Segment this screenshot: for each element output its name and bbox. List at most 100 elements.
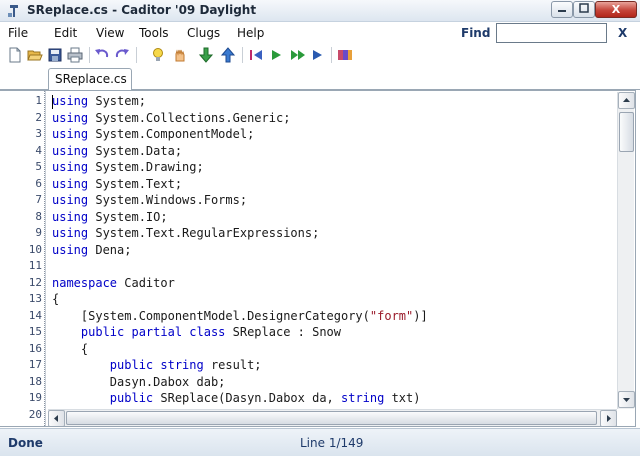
code-text: System.ComponentModel;: [88, 127, 255, 141]
minimize-button[interactable]: [551, 1, 573, 18]
line-number: 3: [35, 127, 42, 140]
code-line: using System.Windows.Forms;: [52, 192, 247, 209]
line-number: 7: [35, 193, 42, 206]
line-number: 14: [28, 308, 42, 322]
code-line: using System.Data;: [52, 143, 182, 160]
menu-view[interactable]: View: [96, 26, 124, 40]
line-number: 2: [35, 110, 42, 124]
code-keyword: using: [52, 242, 89, 257]
scroll-left-button[interactable]: [48, 410, 65, 426]
scroll-up-button[interactable]: [618, 92, 635, 109]
code-line: public partial class SReplace : Snow: [52, 324, 341, 341]
hand-icon[interactable]: [172, 47, 188, 63]
code-text: System.Text;: [88, 176, 183, 191]
line-number: 19: [28, 391, 42, 404]
line-number: 17: [28, 358, 42, 371]
arrow-up-blue-icon[interactable]: [220, 47, 236, 63]
code-line: namespace Caditor: [52, 275, 175, 292]
window-title: SReplace.cs - Caditor '09 Daylight: [27, 3, 257, 17]
vertical-scroll-thumb[interactable]: [619, 112, 634, 152]
lightbulb-icon[interactable]: [150, 47, 166, 63]
play-end-icon[interactable]: [310, 47, 326, 63]
play-icon[interactable]: [268, 47, 284, 63]
line-number: 4: [35, 143, 42, 157]
menu-tools[interactable]: Tools: [139, 26, 169, 40]
scroll-down-button[interactable]: [618, 391, 635, 408]
status-bar: Done Line 1/149: [0, 428, 640, 456]
code-text: result;: [203, 358, 262, 372]
code-keyword: using: [52, 209, 89, 224]
menu-edit[interactable]: Edit: [54, 26, 77, 40]
code-area[interactable]: using System; using System.Collections.Ge…: [52, 93, 612, 409]
line-number-gutter: 123456789101112131415161718192021: [0, 91, 46, 426]
scroll-left-icon: [54, 415, 58, 422]
save-icon[interactable]: [47, 47, 63, 63]
code-keyword: using: [52, 127, 89, 141]
code-keyword: public string: [109, 358, 204, 372]
new-file-icon[interactable]: [7, 47, 23, 63]
code-text: Caditor: [117, 275, 175, 290]
line-number: 6: [35, 176, 42, 190]
line-number: 21: [0, 423, 42, 426]
vertical-scrollbar[interactable]: [617, 92, 635, 409]
tab-sreplace[interactable]: SReplace.cs: [48, 68, 132, 91]
code-line: using System.Text.RegularExpressions;: [52, 225, 319, 242]
code-line: Dasyn.Dabox dab;: [52, 374, 226, 391]
open-folder-icon[interactable]: [27, 47, 43, 63]
code-line: using System.ComponentModel;: [52, 126, 254, 143]
code-line: using System;: [52, 93, 146, 110]
code-text: SReplace(Dasyn.Dabox da,: [153, 391, 341, 405]
code-text: {: [52, 341, 89, 356]
code-keyword: using: [52, 143, 89, 158]
find-input[interactable]: [496, 23, 607, 43]
horizontal-scrollbar[interactable]: [48, 409, 617, 426]
code-text: {: [52, 292, 60, 306]
app-icon: [8, 5, 18, 17]
code-line: [System.ComponentModel.DesignerCategory(…: [52, 308, 428, 325]
line-number: 18: [28, 374, 42, 388]
undo-icon[interactable]: [94, 47, 110, 63]
code-text: System.IO;: [88, 209, 168, 224]
code-line: using Dena;: [52, 242, 131, 259]
code-line: using System.Drawing;: [52, 159, 204, 176]
menu-clugs[interactable]: Clugs: [187, 26, 220, 40]
maximize-button[interactable]: [573, 1, 595, 18]
find-close-button[interactable]: X: [618, 26, 627, 40]
code-text: )]: [413, 308, 428, 323]
menu-file[interactable]: File: [8, 26, 28, 40]
horizontal-scroll-thumb[interactable]: [66, 411, 597, 425]
code-keyword: using: [52, 160, 89, 174]
scroll-up-icon: [623, 98, 630, 102]
scroll-down-icon: [623, 398, 630, 402]
code-keyword: using: [52, 176, 89, 191]
code-line: {: [52, 291, 59, 308]
close-icon: X: [611, 3, 621, 16]
code-text: SReplace : Snow: [225, 325, 341, 339]
fast-forward-icon[interactable]: [290, 47, 306, 63]
line-number: 16: [28, 341, 42, 355]
line-number: 15: [28, 325, 42, 338]
line-number: 5: [35, 160, 42, 173]
toolbar-separator: [331, 47, 332, 63]
code-keyword: using: [52, 226, 89, 240]
code-editor[interactable]: 123456789101112131415161718192021 using …: [0, 90, 636, 427]
close-button[interactable]: X: [595, 1, 637, 18]
scroll-right-button[interactable]: [600, 410, 617, 426]
line-number: 20: [28, 407, 42, 421]
tab-strip: SReplace.cs: [0, 66, 640, 91]
title-bar[interactable]: SReplace.cs - Caditor '09 Daylight X: [0, 0, 640, 22]
code-keyword: using: [52, 193, 89, 207]
step-back-icon[interactable]: [248, 47, 264, 63]
code-text: Dasyn.Dabox dab;: [52, 374, 226, 389]
gutter-divider: [44, 91, 45, 426]
code-line: using System.IO;: [52, 209, 168, 226]
menu-help[interactable]: Help: [237, 26, 264, 40]
print-icon[interactable]: [67, 47, 83, 63]
arrow-down-green-icon[interactable]: [198, 47, 214, 63]
code-text: Dena;: [88, 242, 132, 257]
redo-icon[interactable]: [114, 47, 130, 63]
plugin-icon[interactable]: [337, 47, 353, 63]
